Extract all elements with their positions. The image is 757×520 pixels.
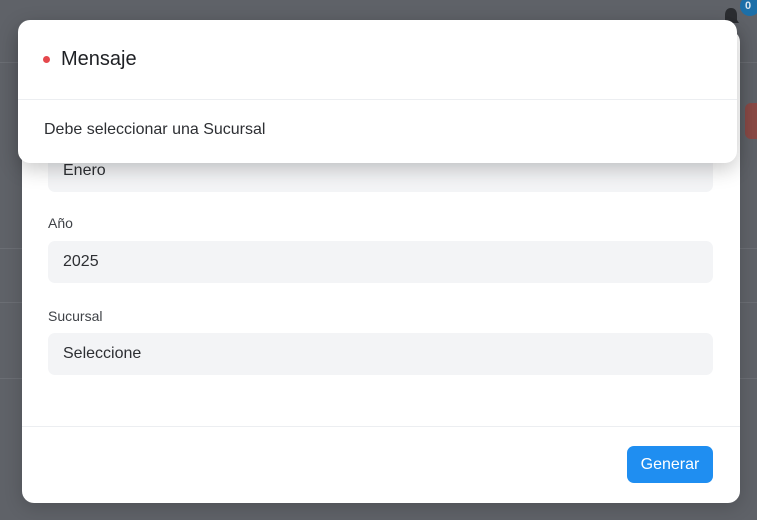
background-action-button [745,103,757,139]
modal-footer-divider [22,426,740,427]
year-label: Año [48,215,73,231]
notification-badge: 0 [740,0,757,16]
branch-label: Sucursal [48,308,103,324]
branch-select[interactable]: Seleccione [48,333,713,375]
year-input[interactable]: 2025 [48,241,713,283]
message-body: Debe seleccionar una Sucursal [44,121,266,138]
generate-button[interactable]: Generar [627,446,713,483]
message-divider [18,99,737,100]
message-dialog: Mensaje Debe seleccionar una Sucursal [18,20,737,163]
message-title: Mensaje [61,48,137,70]
alert-dot-icon [43,56,50,63]
